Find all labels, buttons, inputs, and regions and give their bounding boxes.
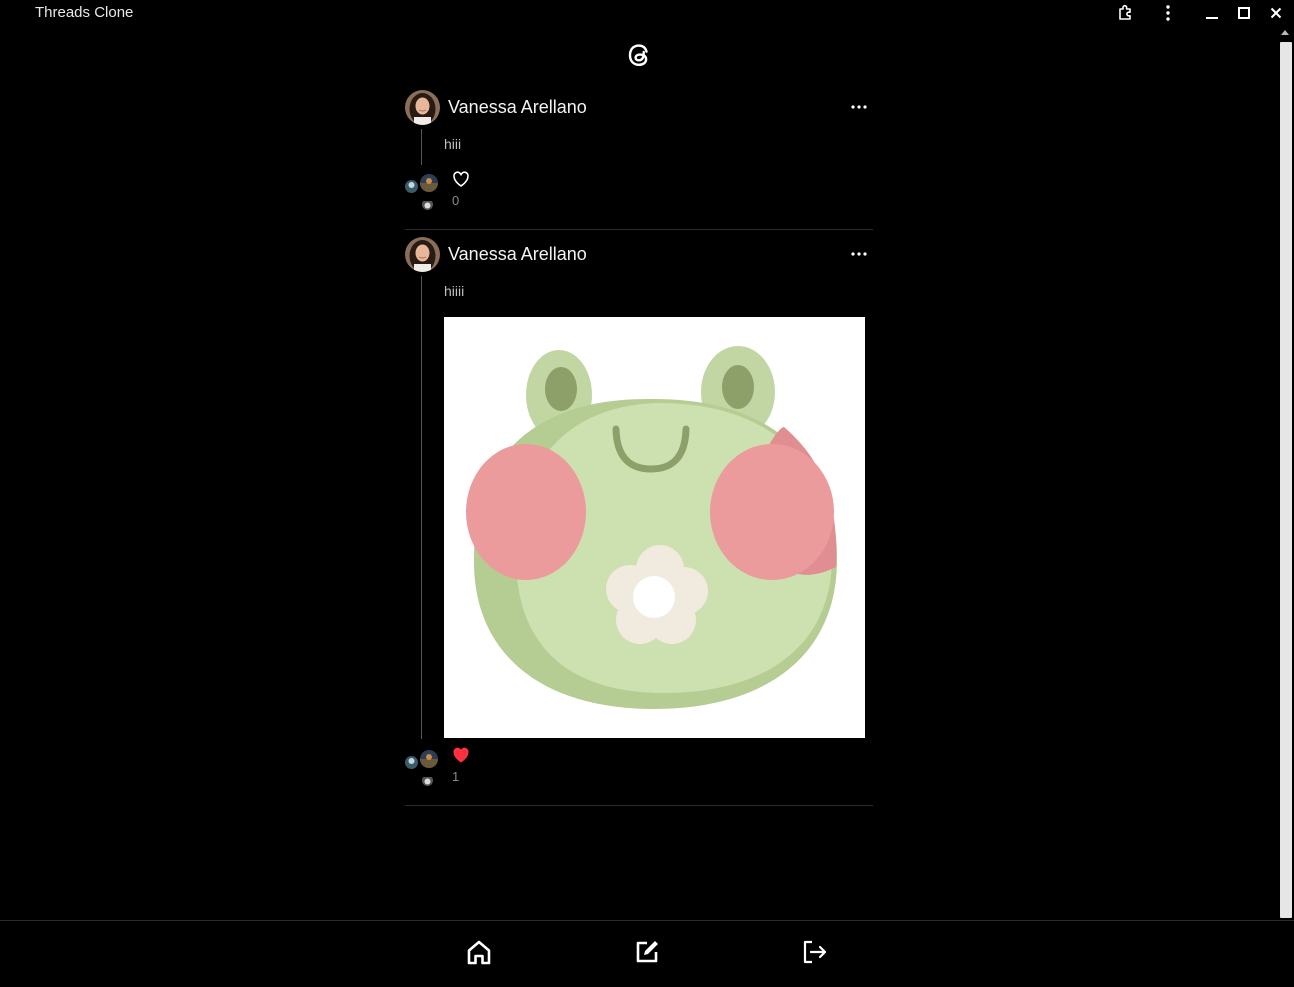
post-divider [405, 805, 873, 806]
window-titlebar: Threads Clone [0, 0, 1294, 26]
more-options-icon[interactable] [847, 245, 871, 263]
maximize-icon[interactable] [1233, 3, 1255, 23]
scroll-up-arrow-icon[interactable] [1281, 30, 1289, 35]
post-text: hiii [444, 136, 462, 152]
logout-icon[interactable] [797, 935, 831, 969]
more-options-icon[interactable] [847, 98, 871, 116]
thread-line [421, 276, 422, 739]
author-name[interactable]: Vanessa Arellano [448, 244, 587, 265]
threads-logo-icon[interactable] [622, 38, 656, 72]
like-count: 0 [452, 193, 460, 208]
replier-avatar [422, 775, 433, 786]
scrollbar-thumb[interactable] [1280, 42, 1292, 918]
replier-avatar [420, 750, 438, 768]
heart-filled-icon[interactable] [452, 747, 472, 765]
thread-line [421, 129, 422, 165]
heart-icon[interactable] [452, 171, 472, 189]
author-name[interactable]: Vanessa Arellano [448, 97, 587, 118]
window-title: Threads Clone [35, 4, 134, 21]
post-image-frog[interactable] [444, 317, 865, 738]
replier-avatar [405, 756, 418, 769]
extensions-icon[interactable] [1115, 3, 1137, 23]
replier-avatar [405, 180, 418, 193]
compose-icon[interactable] [630, 935, 664, 969]
thread-post: Vanessa Arellano hiiii 1 [405, 237, 873, 807]
post-divider [405, 229, 873, 230]
like-count: 1 [452, 769, 460, 784]
replier-avatar [422, 199, 433, 210]
close-icon[interactable] [1265, 3, 1287, 23]
minimize-icon[interactable] [1201, 3, 1223, 23]
avatar[interactable] [405, 90, 440, 125]
home-icon[interactable] [462, 935, 496, 969]
bottom-navigation [0, 920, 1294, 987]
post-text: hiiii [444, 283, 465, 299]
avatar[interactable] [405, 237, 440, 272]
thread-post: Vanessa Arellano hiii 0 [405, 90, 873, 230]
kebab-menu-icon[interactable] [1157, 3, 1179, 23]
replier-avatar [420, 174, 438, 192]
